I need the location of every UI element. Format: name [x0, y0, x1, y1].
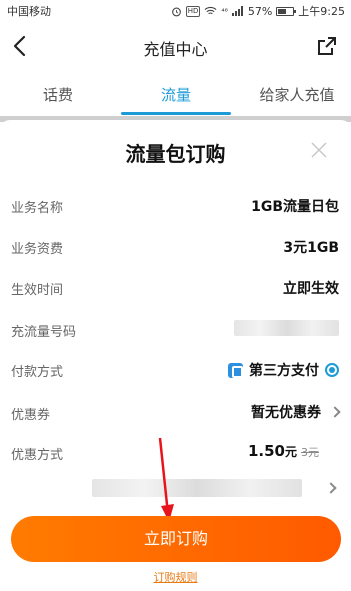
redacted-row: [92, 479, 302, 497]
tab-bar: 话费 流量 给家人充值: [0, 74, 351, 115]
battery-icon: [276, 6, 297, 16]
business-fee-value: 3元1GB: [283, 240, 339, 256]
coupon-label: 优惠券: [11, 408, 51, 423]
tab-phone-credit[interactable]: 话费: [38, 84, 78, 105]
price-display: 1.50元 3元: [248, 441, 319, 460]
order-rules-link[interactable]: 订购规则: [0, 569, 351, 585]
tab-family-recharge[interactable]: 给家人充值: [252, 84, 342, 105]
battery-percent: 57%: [247, 4, 273, 18]
business-name-value: 1GB流量日包: [251, 199, 339, 215]
share-button[interactable]: [315, 34, 339, 58]
signal-icon: [231, 6, 243, 16]
payment-app-icon: [228, 362, 243, 378]
carrier-label: 中国移动: [7, 5, 51, 18]
coupon-selector[interactable]: 暂无优惠券: [251, 402, 341, 422]
payment-method-label: 付款方式: [11, 365, 64, 380]
status-icons: HD ⁴⁶ 57% 上午9:25: [171, 3, 345, 19]
business-name-label: 业务名称: [11, 201, 64, 216]
payment-method-value: 第三方支付: [249, 363, 319, 379]
effective-time-value: 立即生效: [283, 281, 339, 297]
price-original: 3元: [301, 446, 319, 459]
close-button[interactable]: [309, 140, 329, 160]
payment-option[interactable]: 第三方支付: [228, 360, 339, 380]
tab-underline: [121, 112, 231, 115]
page-title: 充值中心: [143, 40, 208, 59]
alarm-icon: [171, 7, 181, 16]
order-now-button[interactable]: 立即订购: [11, 516, 341, 562]
chevron-right-icon: [329, 406, 341, 418]
tab-data[interactable]: 流量: [146, 84, 206, 105]
discount-label: 优惠方式: [11, 448, 64, 463]
price-unit: 元: [284, 445, 297, 459]
phone-number-redacted: [234, 320, 339, 336]
status-bar: 中国移动 HD ⁴⁶ 57% 上午9:25: [0, 0, 351, 20]
battery-fill: [278, 8, 287, 14]
payment-radio[interactable]: [325, 363, 339, 377]
coupon-value: 暂无优惠券: [251, 405, 321, 421]
annotation-arrow-icon: [158, 437, 174, 522]
recharge-number-label: 充流量号码: [11, 325, 77, 340]
price-current: 1.50: [247, 442, 285, 460]
effective-time-label: 生效时间: [11, 283, 64, 298]
hd-icon: HD: [185, 5, 201, 17]
wifi-icon: [204, 6, 217, 15]
clock: 上午9:25: [298, 5, 345, 18]
nav-bar: 充值中心: [0, 22, 351, 70]
sheet-title: 流量包订购: [125, 142, 226, 166]
close-icon: [311, 142, 327, 158]
business-fee-label: 业务资费: [11, 242, 64, 257]
external-link-icon: [318, 37, 336, 55]
network-type-label: ⁴⁶: [221, 6, 228, 16]
